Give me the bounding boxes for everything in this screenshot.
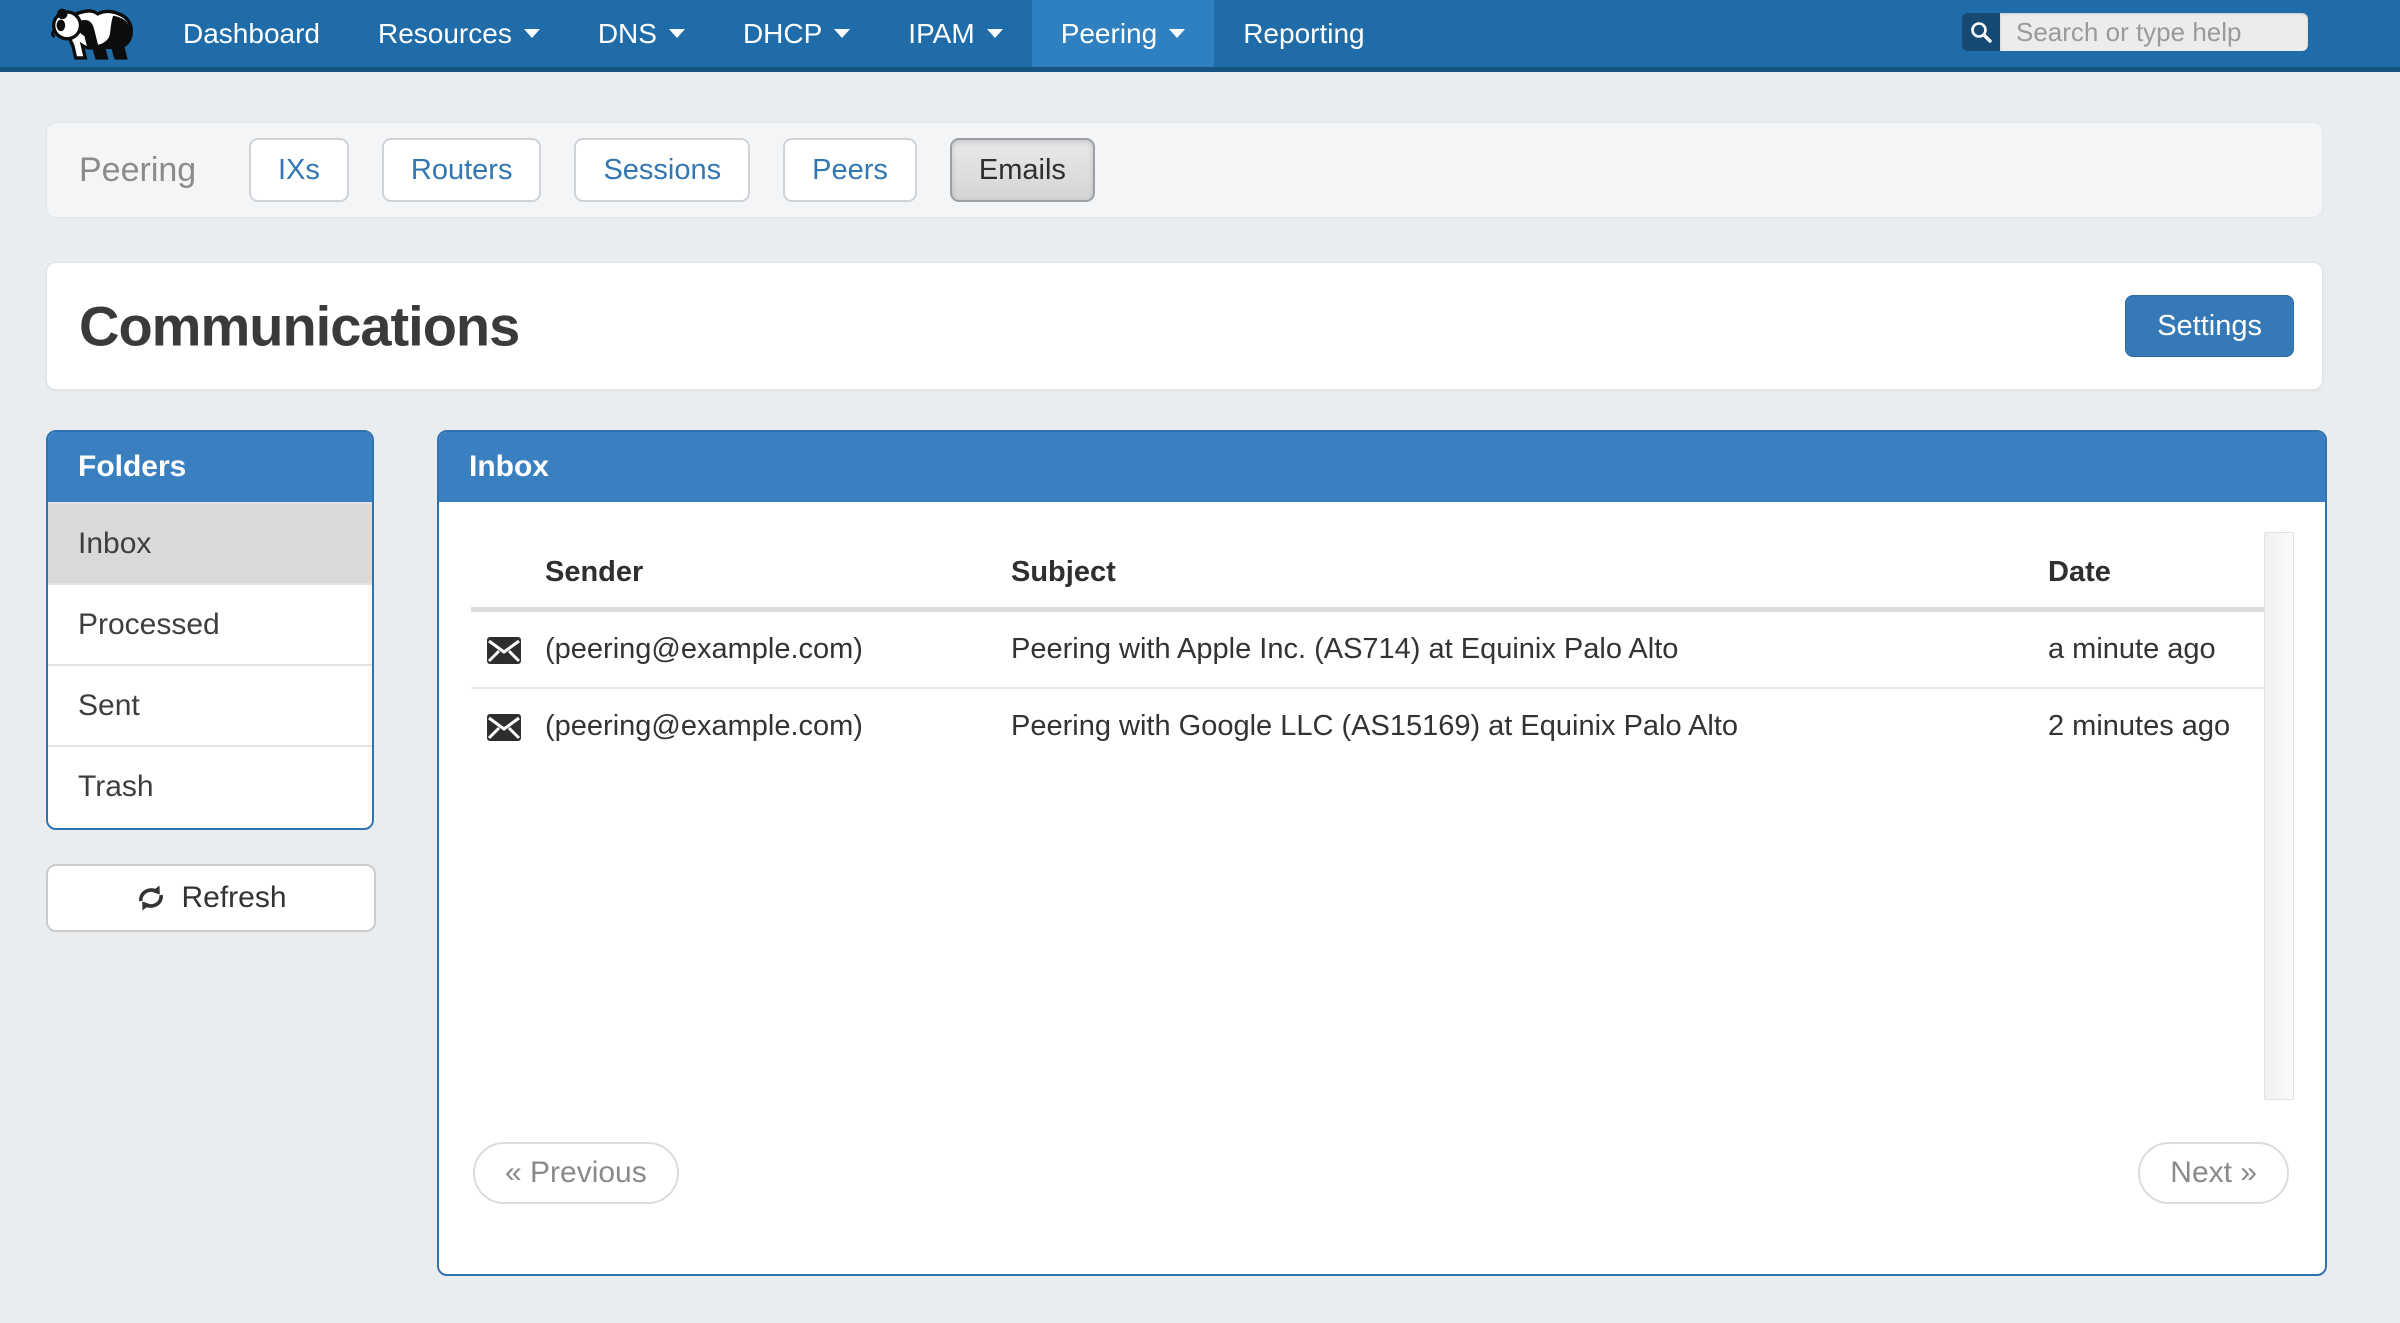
page-header-card: Communications Settings	[46, 262, 2323, 390]
caret-down-icon	[834, 29, 850, 38]
mail-icon-cell	[471, 688, 529, 764]
settings-button[interactable]: Settings	[2125, 295, 2294, 357]
peering-tabs: IXs Routers Sessions Peers Emails	[249, 138, 1095, 202]
mail-subject: Peering with Google LLC (AS15169) at Equ…	[995, 688, 2032, 764]
folder-processed[interactable]: Processed	[48, 583, 372, 664]
nav-dhcp-label: DHCP	[743, 18, 822, 50]
page-title: Communications	[79, 294, 519, 359]
col-subject: Subject	[995, 532, 2032, 610]
tab-emails[interactable]: Emails	[950, 138, 1095, 202]
search-icon	[1969, 20, 1993, 44]
col-date: Date	[2032, 532, 2264, 610]
mail-date: a minute ago	[2032, 610, 2264, 689]
nav-dashboard-label: Dashboard	[183, 18, 320, 50]
tab-routers[interactable]: Routers	[382, 138, 542, 202]
main-menu: Dashboard Resources DNS DHCP IPAM Peerin…	[154, 0, 1394, 67]
top-navbar: Dashboard Resources DNS DHCP IPAM Peerin…	[0, 0, 2400, 72]
section-title: Peering	[79, 151, 249, 190]
refresh-icon	[135, 883, 167, 913]
search-input[interactable]	[2000, 13, 2308, 51]
mail-row[interactable]: (peering@example.com) Peering with Googl…	[471, 688, 2264, 764]
col-sender: Sender	[529, 532, 995, 610]
mail-table: Sender Subject Date	[471, 532, 2264, 764]
mail-row[interactable]: (peering@example.com) Peering with Apple…	[471, 610, 2264, 689]
mail-subject: Peering with Apple Inc. (AS714) at Equin…	[995, 610, 2032, 689]
nav-dashboard[interactable]: Dashboard	[154, 0, 349, 67]
scrollbar-track[interactable]	[2264, 532, 2294, 1100]
previous-page-button[interactable]: « Previous	[473, 1142, 679, 1204]
nav-peering[interactable]: Peering	[1032, 0, 1215, 67]
inbox-panel: Inbox Sender Subject Date	[437, 430, 2327, 1276]
peering-toolbar: Peering IXs Routers Sessions Peers Email…	[46, 122, 2323, 218]
mail-sender: (peering@example.com)	[529, 610, 995, 689]
mail-sender: (peering@example.com)	[529, 688, 995, 764]
folders-panel-title: Folders	[48, 432, 372, 502]
mail-table-wrap: Sender Subject Date	[471, 532, 2296, 764]
panda-logo-image	[46, 5, 138, 63]
mail-date: 2 minutes ago	[2032, 688, 2264, 764]
folder-inbox[interactable]: Inbox	[48, 502, 372, 583]
nav-resources-label: Resources	[378, 18, 512, 50]
mail-table-header-row: Sender Subject Date	[471, 532, 2264, 610]
tab-sessions[interactable]: Sessions	[574, 138, 750, 202]
nav-dns-label: DNS	[598, 18, 657, 50]
mail-icon-cell	[471, 610, 529, 689]
nav-dns[interactable]: DNS	[569, 0, 714, 67]
caret-down-icon	[524, 29, 540, 38]
inbox-body: Sender Subject Date	[439, 502, 2325, 1274]
col-icon	[471, 532, 529, 610]
global-search	[1962, 13, 2308, 51]
caret-down-icon	[987, 29, 1003, 38]
next-page-button[interactable]: Next »	[2138, 1142, 2289, 1204]
panda-logo[interactable]	[46, 5, 138, 63]
nav-ipam[interactable]: IPAM	[879, 0, 1031, 67]
refresh-label: Refresh	[181, 881, 286, 915]
inbox-panel-title: Inbox	[439, 432, 2325, 502]
folder-sent[interactable]: Sent	[48, 664, 372, 745]
nav-reporting[interactable]: Reporting	[1214, 0, 1393, 67]
nav-resources[interactable]: Resources	[349, 0, 569, 67]
tab-peers[interactable]: Peers	[783, 138, 917, 202]
caret-down-icon	[1169, 29, 1185, 38]
nav-reporting-label: Reporting	[1243, 18, 1364, 50]
nav-peering-label: Peering	[1061, 18, 1158, 50]
tab-ixs[interactable]: IXs	[249, 138, 349, 202]
nav-dhcp[interactable]: DHCP	[714, 0, 879, 67]
nav-ipam-label: IPAM	[908, 18, 974, 50]
folder-trash[interactable]: Trash	[48, 745, 372, 826]
refresh-button[interactable]: Refresh	[46, 864, 376, 932]
caret-down-icon	[669, 29, 685, 38]
envelope-icon	[487, 637, 521, 664]
envelope-icon	[487, 714, 521, 741]
folders-panel: Folders Inbox Processed Sent Trash	[46, 430, 374, 830]
search-button[interactable]	[1962, 13, 2000, 51]
